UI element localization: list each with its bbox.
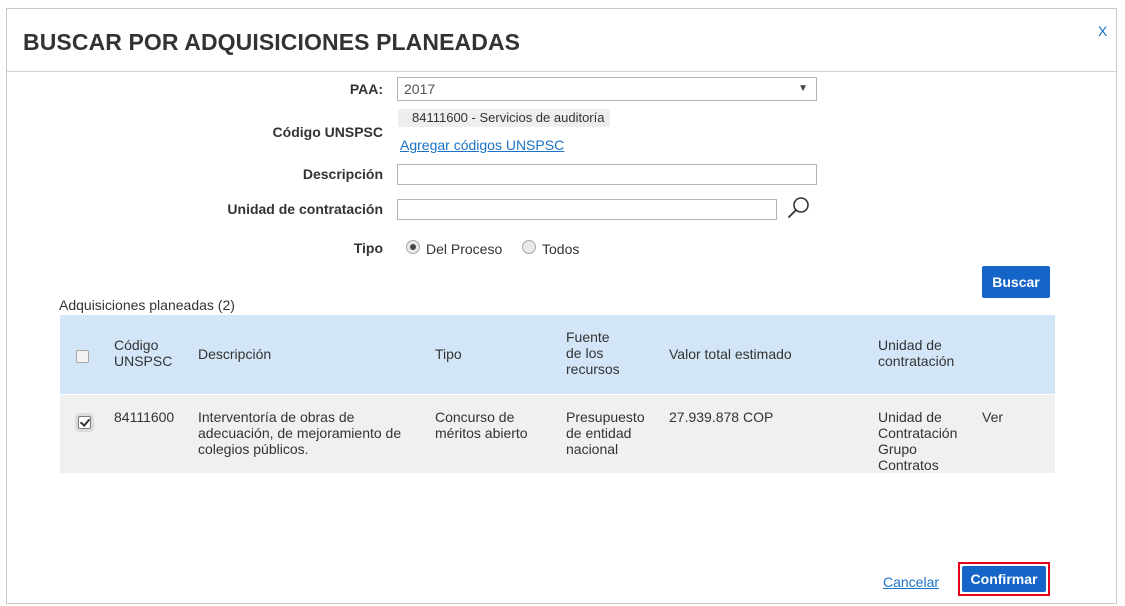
- tipo-label: Tipo: [353, 240, 383, 256]
- col-valor: Valor total estimado: [669, 346, 792, 362]
- title-divider: [7, 71, 1116, 72]
- chevron-down-icon: ▼: [798, 83, 808, 94]
- row-codigo: 84111600: [114, 409, 175, 425]
- select-all-checkbox[interactable]: [76, 350, 89, 363]
- unidad-input[interactable]: [397, 199, 777, 220]
- row-valor: 27.939.878 COP: [669, 409, 774, 425]
- descripcion-input[interactable]: [397, 164, 817, 185]
- unidad-label: Unidad de contratación: [227, 201, 383, 217]
- results-title: Adquisiciones planeadas (2): [59, 297, 235, 313]
- radio-del-proceso[interactable]: [406, 240, 420, 254]
- row-fuente: Presupuesto de entidad nacional: [566, 409, 645, 457]
- col-unidad: Unidad de contratación: [878, 337, 955, 369]
- table-row: 84111600 Interventoría de obras de adecu…: [60, 395, 1055, 473]
- search-button[interactable]: Buscar: [982, 266, 1050, 298]
- descripcion-label: Descripción: [302, 166, 383, 182]
- dialog-title: BUSCAR POR ADQUISICIONES PLANEADAS: [23, 29, 521, 55]
- close-icon[interactable]: X: [1098, 23, 1107, 39]
- paa-select-value: 2017: [404, 81, 436, 97]
- col-descripcion: Descripción: [198, 346, 272, 362]
- search-icon[interactable]: [786, 195, 812, 221]
- row-unidad: Unidad de Contratación Grupo Contratos: [878, 409, 958, 473]
- results-table-header: Código UNSPSC Descripción Tipo Fuente de…: [60, 315, 1055, 394]
- row-checkbox[interactable]: [78, 416, 91, 429]
- radio-todos-label: Todos: [542, 241, 580, 257]
- confirm-button[interactable]: Confirmar: [962, 566, 1046, 592]
- radio-todos[interactable]: [522, 240, 536, 254]
- paa-label: PAA:: [349, 81, 383, 97]
- row-descripcion: Interventoría de obras de adecuación, de…: [198, 409, 402, 457]
- col-codigo: Código UNSPSC: [114, 337, 173, 369]
- unspsc-label: Código UNSPSC: [272, 124, 383, 140]
- paa-select[interactable]: 2017 ▼: [397, 77, 817, 101]
- col-fuente: Fuente de los recursos: [566, 329, 620, 377]
- radio-del-proceso-label: Del Proceso: [426, 241, 503, 257]
- cancel-link[interactable]: Cancelar: [883, 574, 939, 590]
- row-tipo: Concurso de méritos abierto: [435, 409, 528, 441]
- confirm-highlight: Confirmar: [958, 562, 1050, 596]
- unspsc-code-chip: 84111600 - Servicios de auditoría: [398, 109, 611, 127]
- col-tipo: Tipo: [435, 346, 462, 362]
- add-unspsc-link[interactable]: Agregar códigos UNSPSC: [400, 137, 564, 153]
- row-view-link[interactable]: Ver: [982, 409, 1003, 425]
